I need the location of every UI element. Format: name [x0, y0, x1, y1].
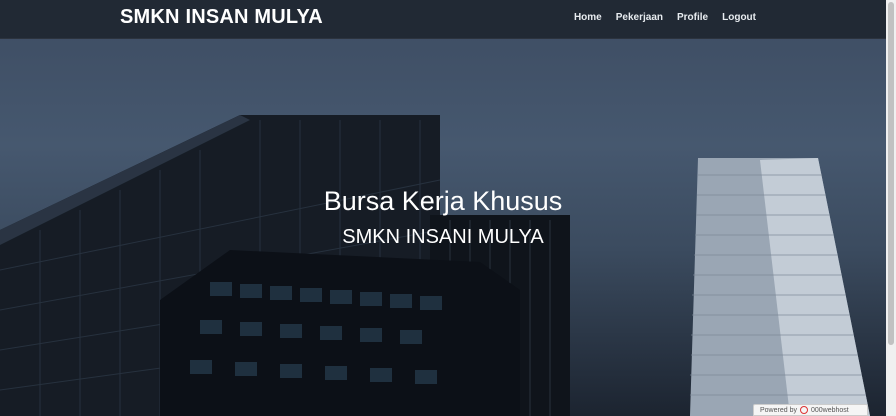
vertical-scrollbar[interactable] — [886, 0, 896, 416]
hero-title: Bursa Kerja Khusus — [323, 186, 563, 216]
nav-profile-link[interactable]: Profile — [677, 12, 708, 23]
scrollbar-thumb[interactable] — [888, 2, 894, 345]
powered-by-brand: 000webhost — [810, 406, 849, 414]
top-navbar: SMKN INSAN MULYA Home Pekerjaan Profile … — [0, 0, 886, 39]
powered-by-label: Powered by — [760, 406, 797, 414]
hero-section: Bursa Kerja Khusus SMKN INSANI MULYA — [0, 0, 886, 416]
webhost-logo-icon — [799, 406, 808, 414]
nav-pekerjaan-link[interactable]: Pekerjaan — [616, 12, 663, 23]
nav-menu: Home Pekerjaan Profile Logout — [574, 12, 756, 23]
nav-logout-link[interactable]: Logout — [722, 12, 756, 23]
site-brand[interactable]: SMKN INSAN MULYA — [120, 6, 323, 29]
powered-by-badge[interactable]: Powered by 000webhost — [753, 404, 868, 416]
hero-subtitle: SMKN INSANI MULYA — [342, 226, 544, 248]
nav-home-link[interactable]: Home — [574, 12, 602, 23]
